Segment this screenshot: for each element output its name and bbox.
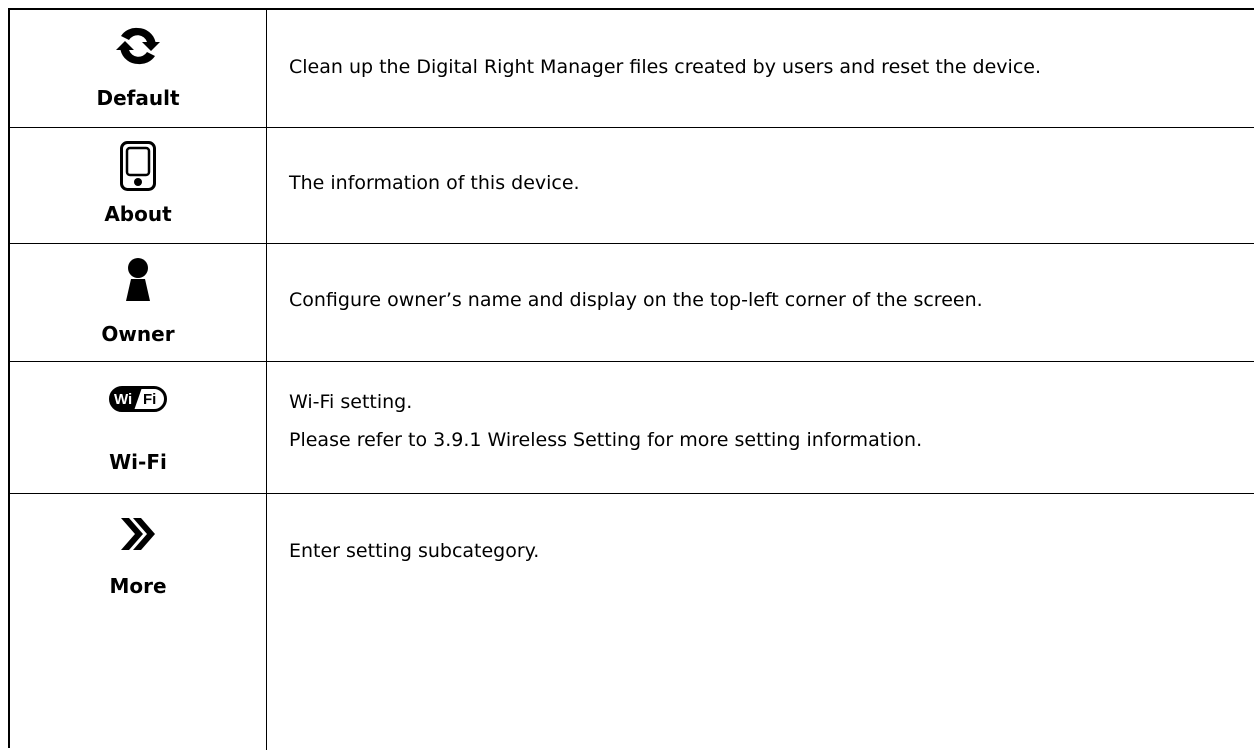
row-label: About: [104, 202, 172, 226]
device-icon[interactable]: [120, 141, 156, 191]
icon-cell: Default: [10, 10, 266, 127]
column-divider: [266, 128, 267, 243]
row-label: Default: [96, 86, 180, 110]
row-description: Clean up the Digital Right Manager files…: [289, 56, 1042, 78]
row-description: Enter setting subcategory.: [289, 540, 540, 562]
icon-cell: More: [10, 494, 266, 750]
person-icon[interactable]: [124, 257, 152, 301]
table-row: More Enter setting subcategory.: [10, 494, 1254, 750]
row-description: Configure owner’s name and display on th…: [289, 289, 983, 311]
icon-cell: About: [10, 128, 266, 243]
column-divider: [266, 362, 267, 493]
wifi-icon[interactable]: Wi Fi: [109, 386, 167, 412]
wifi-badge-right: Fi: [143, 391, 156, 408]
table-row: About The information of this device.: [10, 128, 1254, 244]
double-chevron-right-icon[interactable]: [119, 516, 157, 552]
icon-cell: Owner: [10, 244, 266, 361]
row-label: Wi-Fi: [109, 450, 167, 474]
settings-table: Default Clean up the Digital Right Manag…: [8, 8, 1254, 750]
refresh-icon[interactable]: [116, 24, 160, 68]
table-row: Owner Configure owner’s name and display…: [10, 244, 1254, 362]
wifi-badge-left: Wi: [114, 391, 132, 408]
table-row: Wi Fi Wi-Fi Wi-Fi setting. Please refer …: [10, 362, 1254, 494]
row-description: The information of this device.: [289, 172, 580, 194]
row-description: Wi-Fi setting.: [289, 391, 413, 413]
column-divider: [266, 244, 267, 361]
column-divider: [266, 494, 267, 750]
row-description-line2: Please refer to 3.9.1 Wireless Setting f…: [289, 429, 923, 451]
row-label: More: [109, 574, 167, 598]
table-row: Default Clean up the Digital Right Manag…: [10, 10, 1254, 128]
column-divider: [266, 10, 267, 127]
row-label: Owner: [101, 322, 175, 346]
icon-cell: Wi Fi Wi-Fi: [10, 362, 266, 493]
